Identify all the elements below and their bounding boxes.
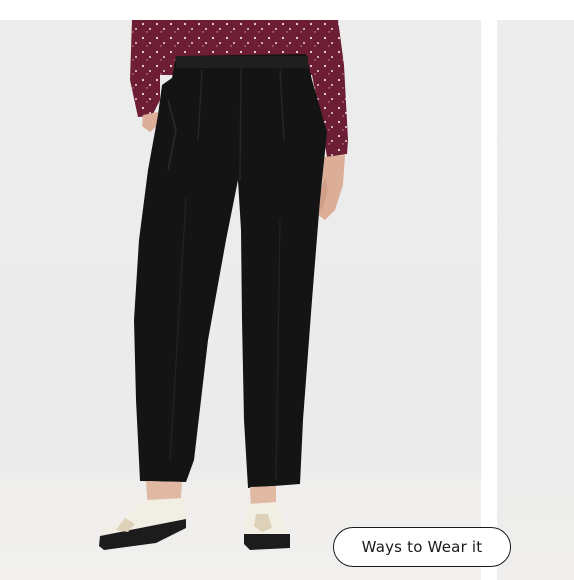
- ways-to-wear-it-button[interactable]: Ways to Wear it: [333, 527, 511, 567]
- next-product-image-slide[interactable]: [497, 20, 574, 580]
- loafers: [99, 498, 290, 550]
- product-photo: [99, 20, 348, 550]
- product-image-slide[interactable]: [0, 20, 481, 580]
- black-pants: [134, 54, 327, 488]
- product-image-carousel: Ways to Wear it: [0, 0, 574, 580]
